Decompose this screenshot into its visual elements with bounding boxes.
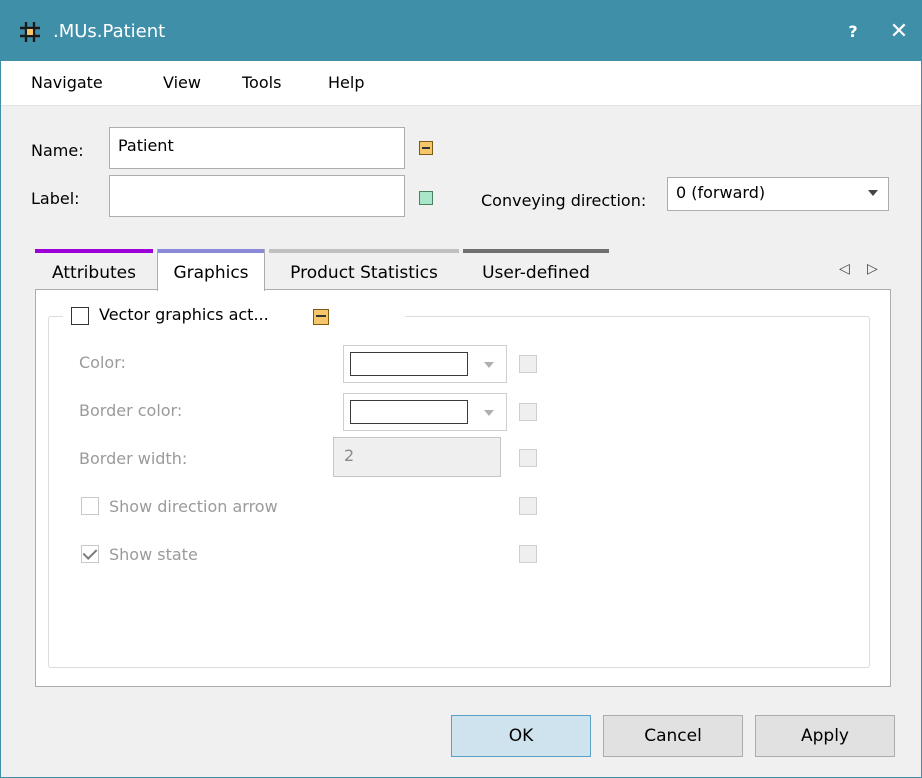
tab-graphics[interactable]: Graphics xyxy=(157,249,265,291)
vector-graphics-label: Vector graphics act... xyxy=(99,305,269,324)
menu-navigate[interactable]: Navigate xyxy=(31,73,103,93)
border-color-select[interactable] xyxy=(343,393,507,431)
tab-product-statistics-label: Product Statistics xyxy=(290,263,438,283)
tab-user-defined[interactable]: User-defined xyxy=(463,249,609,289)
label-label: Label: xyxy=(31,189,80,208)
grid-icon xyxy=(20,22,40,42)
tab-scroll-right-icon[interactable]: ▷ xyxy=(867,261,878,277)
ok-button[interactable]: OK xyxy=(451,715,591,757)
vector-graphics-checkbox[interactable] xyxy=(71,307,89,325)
tab-user-defined-color-bar xyxy=(463,249,609,253)
border-color-inherit-marker[interactable] xyxy=(519,403,537,421)
cancel-button[interactable]: Cancel xyxy=(603,715,743,757)
label-field[interactable] xyxy=(109,175,405,217)
vector-graphics-inherit-marker[interactable] xyxy=(313,309,329,325)
tab-user-defined-label: User-defined xyxy=(482,263,590,283)
border-width-inherit-marker[interactable] xyxy=(519,449,537,467)
dialog-window: .MUs.Patient ? ✕ Navigate View Tools Hel… xyxy=(0,0,922,778)
name-inherit-marker[interactable] xyxy=(419,141,433,155)
border-color-swatch xyxy=(350,400,468,424)
name-field[interactable]: Patient xyxy=(109,127,405,169)
graphics-tab-panel: Vector graphics act... Color: Border col… xyxy=(35,289,891,687)
border-width-label: Border width: xyxy=(79,449,188,468)
show-state-inherit-marker[interactable] xyxy=(519,545,537,563)
tab-attributes-color-bar xyxy=(35,249,153,253)
vector-graphics-header: Vector graphics act... xyxy=(63,305,405,331)
conveying-direction-label: Conveying direction: xyxy=(481,191,647,210)
tab-scroll-left-icon[interactable]: ◁ xyxy=(839,261,850,277)
chevron-down-icon xyxy=(484,362,494,368)
tab-attributes[interactable]: Attributes xyxy=(35,249,153,289)
border-color-label: Border color: xyxy=(79,401,183,420)
tab-attributes-label: Attributes xyxy=(52,263,136,283)
tab-graphics-color-bar xyxy=(158,249,264,253)
tab-product-statistics-color-bar xyxy=(269,249,459,253)
menu-view[interactable]: View xyxy=(163,73,201,93)
border-width-field[interactable]: 2 xyxy=(333,437,501,477)
tab-product-statistics[interactable]: Product Statistics xyxy=(269,249,459,289)
title-bar: .MUs.Patient ? ✕ xyxy=(1,1,921,61)
menu-bar: Navigate View Tools Help xyxy=(1,61,921,106)
color-inherit-marker[interactable] xyxy=(519,355,537,373)
name-label: Name: xyxy=(31,141,84,160)
conveying-direction-value: 0 (forward) xyxy=(676,183,766,202)
show-direction-arrow-inherit-marker[interactable] xyxy=(519,497,537,515)
color-label: Color: xyxy=(79,353,126,372)
show-direction-arrow-label: Show direction arrow xyxy=(109,497,278,516)
help-button[interactable]: ? xyxy=(837,17,869,47)
show-state-label: Show state xyxy=(109,545,198,564)
close-button[interactable]: ✕ xyxy=(881,17,917,47)
conveying-direction-select[interactable]: 0 (forward) xyxy=(667,177,889,211)
show-state-checkbox[interactable] xyxy=(81,545,99,563)
label-local-marker[interactable] xyxy=(419,191,433,205)
menu-tools[interactable]: Tools xyxy=(242,73,281,93)
show-direction-arrow-checkbox[interactable] xyxy=(81,497,99,515)
check-icon xyxy=(82,545,98,560)
tab-strip: Attributes Graphics Product Statistics U… xyxy=(35,249,891,291)
chevron-down-icon xyxy=(868,190,878,196)
window-title: .MUs.Patient xyxy=(53,21,166,42)
tab-graphics-label: Graphics xyxy=(173,263,249,283)
color-swatch xyxy=(350,352,468,376)
color-select[interactable] xyxy=(343,345,507,383)
vector-graphics-group: Vector graphics act... Color: Border col… xyxy=(48,305,870,668)
chevron-down-icon xyxy=(484,410,494,416)
apply-button[interactable]: Apply xyxy=(755,715,895,757)
menu-help[interactable]: Help xyxy=(328,73,364,93)
